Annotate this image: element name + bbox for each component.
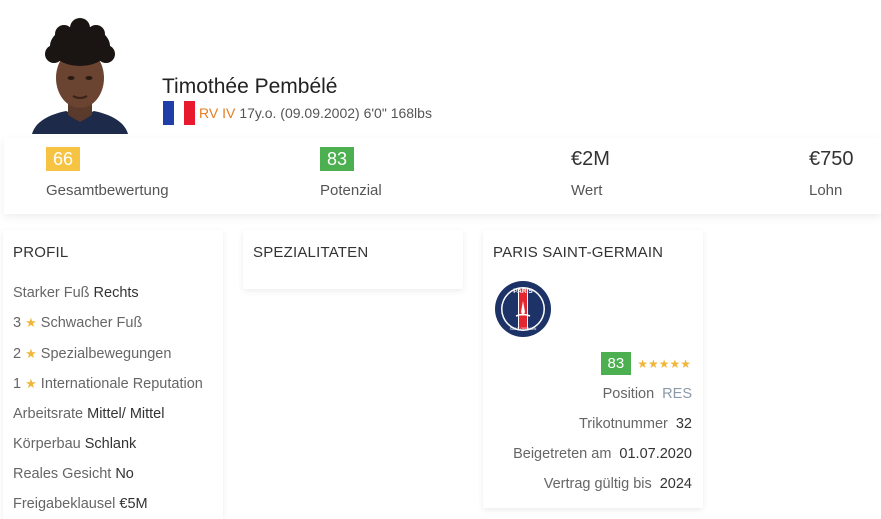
profile-row-weak-foot: 3 ★ Schwacher Fuß — [13, 315, 142, 331]
row-label: Beigetreten am — [513, 446, 612, 462]
club-rating-badge: 83 — [600, 352, 632, 375]
profile-row-body-type: Körperbau Schlank — [13, 436, 136, 452]
player-info: 17y.o. (09.09.2002) 6'0" 168lbs — [239, 105, 432, 121]
player-photo — [30, 16, 130, 134]
profile-row-skill-moves: 2 ★ Spezialbewegungen — [13, 346, 171, 362]
row-label: Körperbau — [13, 436, 81, 452]
specialities-title: SPEZIALITATEN — [253, 244, 369, 261]
row-prefix: 1 — [13, 376, 22, 392]
stat-potential: 83 Potenzial — [320, 146, 382, 199]
specialities-card: SPEZIALITATEN — [243, 230, 463, 289]
row-value: Rechts — [93, 285, 139, 301]
overall-badge: 66 — [46, 147, 81, 171]
stat-label: Gesamtbewertung — [46, 182, 169, 199]
profile-row-work-rate: Arbeitsrate Mittel/ Mittel — [13, 406, 164, 422]
club-row-contract: Vertrag gültig bis 2024 — [544, 476, 692, 492]
row-label: Arbeitsrate — [13, 406, 84, 422]
row-label: Starker Fuß — [13, 285, 90, 301]
row-value: No — [115, 466, 134, 482]
profile-title: PROFIL — [13, 244, 69, 261]
potential-badge: 83 — [320, 147, 355, 171]
club-row-joined: Beigetreten am 01.07.2020 — [513, 446, 692, 462]
row-label: Position — [602, 386, 655, 402]
row-label: Internationale Reputation — [40, 376, 203, 392]
france-flag-icon — [163, 101, 196, 125]
row-label: Reales Gesicht — [13, 466, 112, 482]
club-rating: 83 ★★★★★ — [600, 352, 691, 375]
row-value: Schlank — [84, 436, 137, 452]
row-label: Vertrag gültig bis — [543, 476, 652, 492]
stat-label: Lohn — [809, 182, 843, 199]
row-label: Freigabeklausel — [13, 496, 116, 512]
row-value: Mittel/ Mittel — [87, 406, 165, 422]
player-meta: RV IV 17y.o. (09.09.2002) 6'0" 168lbs — [163, 101, 432, 125]
wage-amount: €750 — [809, 148, 854, 170]
row-prefix: 2 — [13, 346, 22, 362]
stat-overall: 66 Gesamtbewertung — [46, 146, 169, 199]
stat-value: €2M Wert — [571, 146, 610, 199]
psg-crest-icon[interactable]: PARIS SAINT-GERMAIN — [494, 280, 552, 338]
row-label: Spezialbewegungen — [40, 346, 172, 362]
club-row-position: Position RES — [603, 386, 692, 402]
row-prefix: 3 — [13, 315, 22, 331]
svg-text:PARIS: PARIS — [513, 288, 533, 295]
star-icon: ★ — [25, 315, 37, 330]
profile-row-preferred-foot: Starker Fuß Rechts — [13, 285, 139, 301]
rating-stars-icon: ★★★★★ — [637, 356, 691, 371]
stat-label: Potenzial — [320, 182, 382, 199]
club-card: PARIS SAINT-GERMAIN PARIS SAINT-GERMAIN … — [483, 230, 703, 508]
stat-wage: €750 Lohn — [809, 146, 854, 199]
stat-label: Wert — [571, 182, 603, 199]
profile-card: PROFIL Starker Fuß Rechts 3 ★ Schwacher F… — [3, 230, 223, 519]
svg-text:SAINT-GERMAIN: SAINT-GERMAIN — [510, 327, 537, 331]
star-icon: ★ — [25, 376, 37, 391]
club-row-jersey: Trikotnummer 32 — [579, 416, 692, 432]
player-positions[interactable]: RV IV — [199, 105, 235, 121]
row-value: 2024 — [659, 476, 692, 492]
row-value: 01.07.2020 — [619, 446, 692, 462]
row-value: €5M — [119, 496, 148, 512]
profile-row-release-clause: Freigabeklausel €5M — [13, 496, 148, 512]
star-icon: ★ — [25, 346, 37, 361]
row-label: Trikotnummer — [578, 416, 668, 432]
profile-row-reputation: 1 ★ Internationale Reputation — [13, 376, 203, 392]
player-name: Timothée Pembélé — [162, 75, 338, 98]
row-value: RES — [662, 386, 692, 402]
club-name[interactable]: PARIS SAINT-GERMAIN — [493, 244, 663, 261]
profile-row-real-face: Reales Gesicht No — [13, 466, 134, 482]
row-value: 32 — [675, 416, 692, 432]
value-amount: €2M — [571, 148, 610, 170]
stats-bar: 66 Gesamtbewertung 83 Potenzial €2M Wert… — [4, 138, 881, 214]
row-label: Schwacher Fuß — [40, 315, 143, 331]
